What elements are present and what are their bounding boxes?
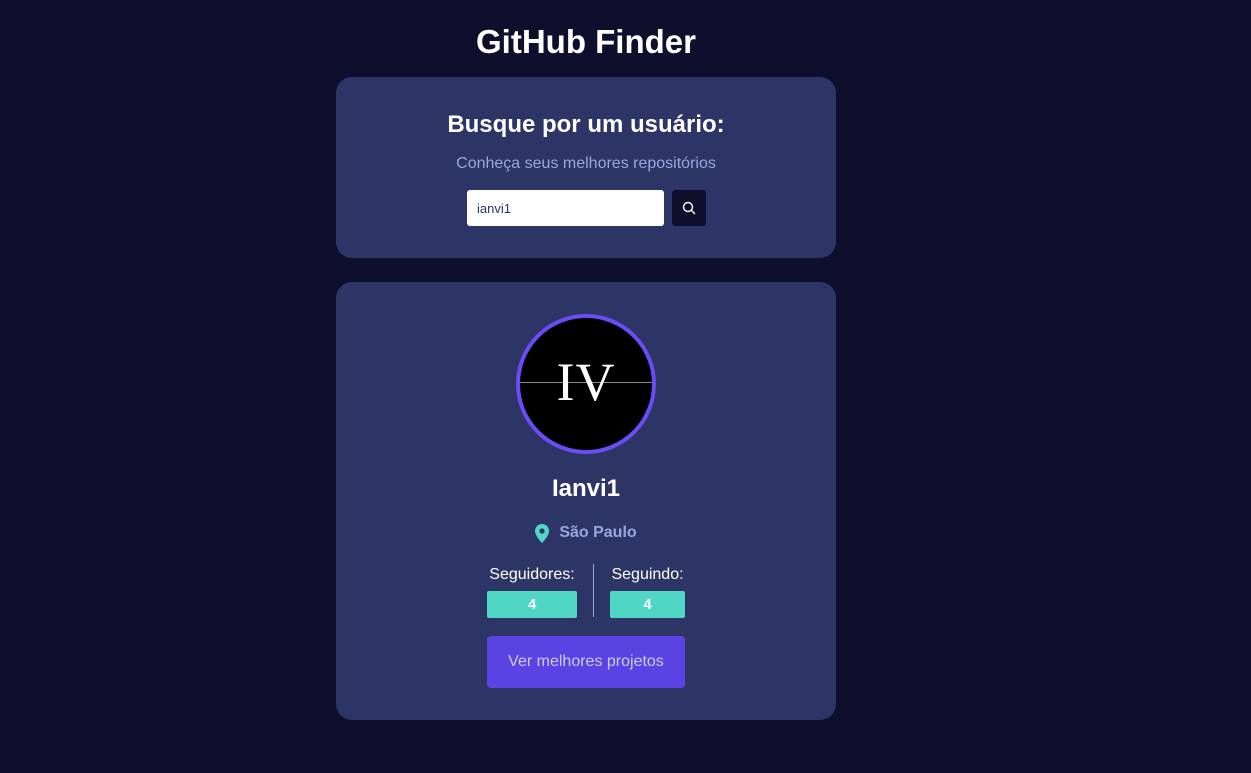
search-row — [467, 190, 706, 226]
search-card: Busque por um usuário: Conheça seus melh… — [336, 77, 836, 258]
search-icon — [682, 201, 696, 215]
profile-card: IV Ianvi1 São Paulo Seguidores: 4 Seguin… — [336, 282, 836, 720]
following-stat: Seguindo: 4 — [610, 564, 685, 618]
following-count-badge: 4 — [610, 591, 685, 618]
avatar-monogram: IV — [556, 352, 616, 412]
profile-username: Ianvi1 — [551, 475, 621, 502]
map-pin-icon — [535, 523, 550, 543]
avatar: IV — [516, 314, 656, 454]
profile-stats: Seguidores: 4 Seguindo: 4 — [487, 564, 685, 618]
search-subtitle: Conheça seus melhores repositórios — [456, 155, 716, 172]
search-button[interactable] — [672, 190, 706, 226]
location-label: São Paulo — [559, 524, 637, 541]
view-projects-button[interactable]: Ver melhores projetos — [487, 636, 685, 688]
app-title: GitHub Finder — [476, 23, 696, 60]
profile-location: São Paulo — [336, 523, 836, 543]
followers-stat: Seguidores: 4 — [487, 564, 577, 618]
stats-divider — [593, 564, 594, 617]
search-heading: Busque por um usuário: — [447, 111, 725, 138]
search-input[interactable] — [467, 190, 664, 226]
followers-label: Seguidores: — [489, 566, 575, 583]
following-label: Seguindo: — [611, 566, 684, 583]
followers-count-badge: 4 — [487, 591, 577, 618]
